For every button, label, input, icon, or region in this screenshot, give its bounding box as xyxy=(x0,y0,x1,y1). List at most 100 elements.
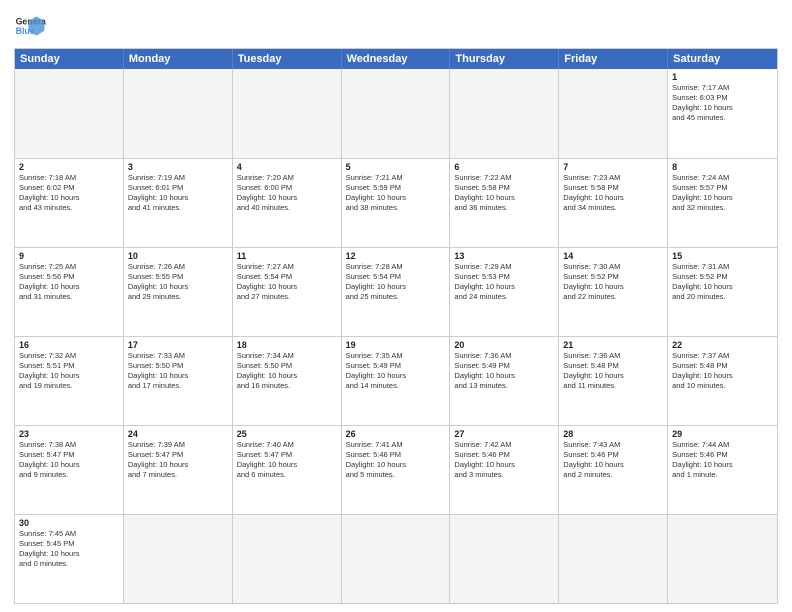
day-info: Sunrise: 7:43 AM Sunset: 5:46 PM Dayligh… xyxy=(563,440,663,481)
calendar-cell: 7Sunrise: 7:23 AM Sunset: 5:58 PM Daylig… xyxy=(559,159,668,247)
calendar-cell: 24Sunrise: 7:39 AM Sunset: 5:47 PM Dayli… xyxy=(124,426,233,514)
day-info: Sunrise: 7:25 AM Sunset: 5:56 PM Dayligh… xyxy=(19,262,119,303)
calendar-cell xyxy=(124,69,233,158)
calendar-cell: 22Sunrise: 7:37 AM Sunset: 5:48 PM Dayli… xyxy=(668,337,777,425)
day-info: Sunrise: 7:28 AM Sunset: 5:54 PM Dayligh… xyxy=(346,262,446,303)
day-info: Sunrise: 7:32 AM Sunset: 5:51 PM Dayligh… xyxy=(19,351,119,392)
day-number: 27 xyxy=(454,429,554,439)
day-info: Sunrise: 7:19 AM Sunset: 6:01 PM Dayligh… xyxy=(128,173,228,214)
calendar-cell: 3Sunrise: 7:19 AM Sunset: 6:01 PM Daylig… xyxy=(124,159,233,247)
day-number: 7 xyxy=(563,162,663,172)
day-number: 24 xyxy=(128,429,228,439)
day-number: 20 xyxy=(454,340,554,350)
calendar-row: 30Sunrise: 7:45 AM Sunset: 5:45 PM Dayli… xyxy=(15,514,777,603)
day-info: Sunrise: 7:18 AM Sunset: 6:02 PM Dayligh… xyxy=(19,173,119,214)
calendar-cell: 11Sunrise: 7:27 AM Sunset: 5:54 PM Dayli… xyxy=(233,248,342,336)
day-number: 5 xyxy=(346,162,446,172)
calendar-cell: 21Sunrise: 7:36 AM Sunset: 5:48 PM Dayli… xyxy=(559,337,668,425)
calendar-cell: 17Sunrise: 7:33 AM Sunset: 5:50 PM Dayli… xyxy=(124,337,233,425)
day-number: 28 xyxy=(563,429,663,439)
day-info: Sunrise: 7:17 AM Sunset: 6:03 PM Dayligh… xyxy=(672,83,773,124)
calendar-header: SundayMondayTuesdayWednesdayThursdayFrid… xyxy=(15,49,777,69)
day-info: Sunrise: 7:36 AM Sunset: 5:49 PM Dayligh… xyxy=(454,351,554,392)
calendar-cell: 23Sunrise: 7:38 AM Sunset: 5:47 PM Dayli… xyxy=(15,426,124,514)
calendar-cell: 4Sunrise: 7:20 AM Sunset: 6:00 PM Daylig… xyxy=(233,159,342,247)
day-number: 8 xyxy=(672,162,773,172)
calendar-cell xyxy=(559,515,668,603)
day-number: 29 xyxy=(672,429,773,439)
calendar-cell: 10Sunrise: 7:26 AM Sunset: 5:55 PM Dayli… xyxy=(124,248,233,336)
calendar-row: 9Sunrise: 7:25 AM Sunset: 5:56 PM Daylig… xyxy=(15,247,777,336)
day-number: 21 xyxy=(563,340,663,350)
day-info: Sunrise: 7:38 AM Sunset: 5:47 PM Dayligh… xyxy=(19,440,119,481)
day-info: Sunrise: 7:36 AM Sunset: 5:48 PM Dayligh… xyxy=(563,351,663,392)
day-number: 22 xyxy=(672,340,773,350)
day-info: Sunrise: 7:20 AM Sunset: 6:00 PM Dayligh… xyxy=(237,173,337,214)
day-info: Sunrise: 7:37 AM Sunset: 5:48 PM Dayligh… xyxy=(672,351,773,392)
day-number: 26 xyxy=(346,429,446,439)
day-info: Sunrise: 7:40 AM Sunset: 5:47 PM Dayligh… xyxy=(237,440,337,481)
day-number: 17 xyxy=(128,340,228,350)
calendar-row: 16Sunrise: 7:32 AM Sunset: 5:51 PM Dayli… xyxy=(15,336,777,425)
day-info: Sunrise: 7:42 AM Sunset: 5:46 PM Dayligh… xyxy=(454,440,554,481)
calendar-cell: 8Sunrise: 7:24 AM Sunset: 5:57 PM Daylig… xyxy=(668,159,777,247)
calendar-cell: 6Sunrise: 7:22 AM Sunset: 5:58 PM Daylig… xyxy=(450,159,559,247)
calendar: SundayMondayTuesdayWednesdayThursdayFrid… xyxy=(14,48,778,604)
calendar-cell: 19Sunrise: 7:35 AM Sunset: 5:49 PM Dayli… xyxy=(342,337,451,425)
weekday-header: Wednesday xyxy=(342,49,451,69)
day-info: Sunrise: 7:31 AM Sunset: 5:52 PM Dayligh… xyxy=(672,262,773,303)
day-info: Sunrise: 7:24 AM Sunset: 5:57 PM Dayligh… xyxy=(672,173,773,214)
calendar-row: 2Sunrise: 7:18 AM Sunset: 6:02 PM Daylig… xyxy=(15,158,777,247)
day-info: Sunrise: 7:27 AM Sunset: 5:54 PM Dayligh… xyxy=(237,262,337,303)
header: General Blue xyxy=(14,10,778,42)
calendar-cell: 12Sunrise: 7:28 AM Sunset: 5:54 PM Dayli… xyxy=(342,248,451,336)
calendar-cell xyxy=(342,69,451,158)
day-info: Sunrise: 7:44 AM Sunset: 5:46 PM Dayligh… xyxy=(672,440,773,481)
calendar-cell xyxy=(559,69,668,158)
calendar-row: 23Sunrise: 7:38 AM Sunset: 5:47 PM Dayli… xyxy=(15,425,777,514)
weekday-header: Saturday xyxy=(668,49,777,69)
calendar-cell xyxy=(233,69,342,158)
day-info: Sunrise: 7:35 AM Sunset: 5:49 PM Dayligh… xyxy=(346,351,446,392)
day-info: Sunrise: 7:26 AM Sunset: 5:55 PM Dayligh… xyxy=(128,262,228,303)
calendar-cell: 25Sunrise: 7:40 AM Sunset: 5:47 PM Dayli… xyxy=(233,426,342,514)
day-number: 2 xyxy=(19,162,119,172)
calendar-cell: 20Sunrise: 7:36 AM Sunset: 5:49 PM Dayli… xyxy=(450,337,559,425)
day-number: 18 xyxy=(237,340,337,350)
weekday-header: Friday xyxy=(559,49,668,69)
calendar-cell xyxy=(15,69,124,158)
day-info: Sunrise: 7:33 AM Sunset: 5:50 PM Dayligh… xyxy=(128,351,228,392)
day-info: Sunrise: 7:34 AM Sunset: 5:50 PM Dayligh… xyxy=(237,351,337,392)
day-number: 11 xyxy=(237,251,337,261)
calendar-cell: 9Sunrise: 7:25 AM Sunset: 5:56 PM Daylig… xyxy=(15,248,124,336)
calendar-cell: 26Sunrise: 7:41 AM Sunset: 5:46 PM Dayli… xyxy=(342,426,451,514)
page: General Blue SundayMondayTuesdayWednesda… xyxy=(0,0,792,612)
day-number: 12 xyxy=(346,251,446,261)
calendar-cell xyxy=(124,515,233,603)
calendar-cell xyxy=(233,515,342,603)
day-number: 16 xyxy=(19,340,119,350)
day-number: 25 xyxy=(237,429,337,439)
day-info: Sunrise: 7:30 AM Sunset: 5:52 PM Dayligh… xyxy=(563,262,663,303)
day-info: Sunrise: 7:41 AM Sunset: 5:46 PM Dayligh… xyxy=(346,440,446,481)
calendar-cell xyxy=(450,69,559,158)
day-info: Sunrise: 7:45 AM Sunset: 5:45 PM Dayligh… xyxy=(19,529,119,570)
calendar-cell: 18Sunrise: 7:34 AM Sunset: 5:50 PM Dayli… xyxy=(233,337,342,425)
calendar-cell: 2Sunrise: 7:18 AM Sunset: 6:02 PM Daylig… xyxy=(15,159,124,247)
calendar-cell xyxy=(668,515,777,603)
calendar-cell xyxy=(342,515,451,603)
calendar-cell: 1Sunrise: 7:17 AM Sunset: 6:03 PM Daylig… xyxy=(668,69,777,158)
day-info: Sunrise: 7:21 AM Sunset: 5:59 PM Dayligh… xyxy=(346,173,446,214)
day-number: 1 xyxy=(672,72,773,82)
calendar-row: 1Sunrise: 7:17 AM Sunset: 6:03 PM Daylig… xyxy=(15,69,777,158)
calendar-cell: 27Sunrise: 7:42 AM Sunset: 5:46 PM Dayli… xyxy=(450,426,559,514)
calendar-cell: 16Sunrise: 7:32 AM Sunset: 5:51 PM Dayli… xyxy=(15,337,124,425)
calendar-cell: 29Sunrise: 7:44 AM Sunset: 5:46 PM Dayli… xyxy=(668,426,777,514)
day-number: 23 xyxy=(19,429,119,439)
logo: General Blue xyxy=(14,10,46,42)
calendar-cell: 5Sunrise: 7:21 AM Sunset: 5:59 PM Daylig… xyxy=(342,159,451,247)
weekday-header: Thursday xyxy=(450,49,559,69)
day-number: 14 xyxy=(563,251,663,261)
calendar-cell: 13Sunrise: 7:29 AM Sunset: 5:53 PM Dayli… xyxy=(450,248,559,336)
weekday-header: Tuesday xyxy=(233,49,342,69)
